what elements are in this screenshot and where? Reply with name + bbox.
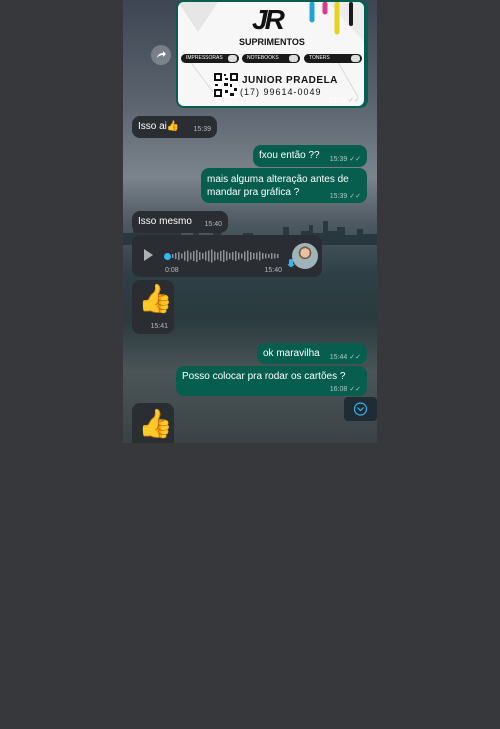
printer-icon: [228, 55, 237, 62]
message-time: 15:39 ✓✓: [330, 155, 361, 163]
waveform-bar: [244, 251, 246, 261]
message-time: 15:40: [204, 221, 222, 228]
waveform-bar: [220, 251, 222, 261]
waveform-bar: [178, 252, 180, 260]
card-brand: SUPRIMENTOS: [239, 37, 305, 47]
time-label: 15:39: [329, 156, 348, 163]
waveform-bar: [217, 252, 219, 260]
waveform-bar: [277, 254, 279, 258]
waveform-bar: [184, 251, 186, 261]
waveform-bar: [199, 252, 201, 260]
voice-progress-dot[interactable]: [164, 253, 171, 260]
toner-icon: [351, 55, 360, 62]
waveform-bar: [181, 253, 183, 259]
voice-message[interactable]: 0:08 15:40: [132, 235, 322, 277]
share-arrow-icon: [157, 51, 166, 58]
double-check-icon: ✓✓: [348, 97, 360, 104]
outgoing-message[interactable]: mais alguma alteração antes de mandar pr…: [201, 168, 367, 203]
incoming-emoji-message[interactable]: 👍: [132, 403, 174, 443]
waveform-bar: [205, 251, 207, 261]
waveform-bar: [268, 254, 270, 258]
image-message-card[interactable]: JR SUPRIMENTOS IMPRESSORAS NOTEBOOKS TON…: [176, 0, 368, 108]
outgoing-message[interactable]: ok maravilha 15:44 ✓✓: [257, 343, 367, 364]
incoming-message[interactable]: Isso ai👍 15:39: [132, 116, 217, 138]
time-label: 15:35: [328, 97, 347, 104]
waveform-bar: [202, 253, 204, 259]
waveform-bar: [250, 252, 252, 260]
incoming-emoji-message[interactable]: 👍 15:41: [132, 280, 174, 334]
waveform-bar: [187, 250, 189, 262]
chevron-down-icon: [353, 402, 368, 416]
message-text: Isso ai👍: [138, 121, 180, 132]
waveform-bar: [229, 253, 231, 259]
message-time: 15:35 ✓✓: [329, 96, 360, 104]
outgoing-message[interactable]: fxou então ?? 15:39 ✓✓: [253, 145, 367, 167]
laptop-icon: [289, 55, 298, 62]
thumbs-up-emoji: 👍: [138, 408, 173, 439]
waveform-bar: [241, 253, 243, 259]
card-name: JUNIOR PRADELA: [242, 75, 338, 86]
voice-duration: 0:08: [165, 267, 179, 274]
waveform-bar: [238, 252, 240, 260]
card-phone: (17) 99614-0049: [240, 87, 322, 97]
waveform-bar: [190, 252, 192, 260]
waveform-bar: [256, 252, 258, 260]
waveform-bar: [271, 253, 273, 259]
waveform-bar: [235, 251, 237, 261]
waveform-bar: [223, 250, 225, 262]
message-time: 15:44 ✓✓: [330, 353, 361, 361]
waveform-bar: [211, 249, 213, 263]
double-check-icon: ✓✓: [349, 156, 361, 163]
waveform-bar: [262, 253, 264, 259]
waveform-bar: [196, 250, 198, 262]
waveform-bar: [226, 251, 228, 261]
message-text: fxou então ??: [259, 150, 320, 161]
qr-code-icon: [213, 72, 239, 98]
business-card-image[interactable]: JR SUPRIMENTOS IMPRESSORAS NOTEBOOKS TON…: [178, 2, 364, 106]
message-time: 15:39 ✓✓: [330, 192, 361, 200]
avatar[interactable]: [292, 243, 318, 269]
double-check-icon: ✓✓: [349, 354, 361, 361]
thumbs-up-emoji: 👍: [138, 283, 173, 314]
pill-label: TONERS: [309, 55, 330, 61]
message-time: 15:39: [193, 126, 211, 133]
message-text: ok maravilha: [263, 348, 320, 359]
time-label: 15:39: [329, 193, 348, 200]
outgoing-message[interactable]: Posso colocar pra rodar os cartões ? 16:…: [176, 366, 367, 396]
waveform-bar: [175, 253, 177, 259]
incoming-message[interactable]: Isso mesmo 15:40: [132, 211, 228, 233]
waveform-bar: [274, 253, 276, 259]
chat-screen: JR SUPRIMENTOS IMPRESSORAS NOTEBOOKS TON…: [123, 0, 377, 443]
scroll-to-bottom-button[interactable]: [344, 397, 377, 421]
waveform-bar: [172, 254, 174, 258]
message-text: Isso mesmo: [138, 216, 192, 227]
forward-button[interactable]: [151, 45, 171, 65]
card-logo: JR: [252, 4, 285, 35]
waveform-bar: [247, 250, 249, 262]
waveform-bar: [214, 251, 216, 261]
waveform-bar: [193, 251, 195, 261]
time-label: 15:44: [329, 354, 348, 361]
time-label: 16:08: [329, 386, 348, 393]
card-pill-toners: TONERS: [304, 54, 362, 63]
double-check-icon: ✓✓: [349, 386, 361, 393]
pill-label: NOTEBOOKS: [247, 55, 279, 61]
microphone-icon: [287, 259, 295, 267]
message-text: Posso colocar pra rodar os cartões ?: [182, 371, 346, 382]
card-pill-impressoras: IMPRESSORAS: [181, 54, 239, 63]
card-pill-notebooks: NOTEBOOKS: [242, 54, 300, 63]
pill-label: IMPRESSORAS: [186, 55, 223, 61]
waveform-bar: [232, 252, 234, 260]
double-check-icon: ✓✓: [349, 193, 361, 200]
play-button[interactable]: [142, 248, 154, 265]
message-time: 15:41: [150, 323, 168, 330]
play-icon: [144, 249, 153, 261]
waveform-bar: [259, 251, 261, 261]
waveform-bar: [253, 253, 255, 259]
voice-waveform: [172, 249, 279, 263]
waveform-bar: [265, 253, 267, 259]
waveform-bar: [208, 250, 210, 262]
message-time: 16:08 ✓✓: [330, 385, 361, 393]
message-time: 15:40: [264, 267, 282, 274]
